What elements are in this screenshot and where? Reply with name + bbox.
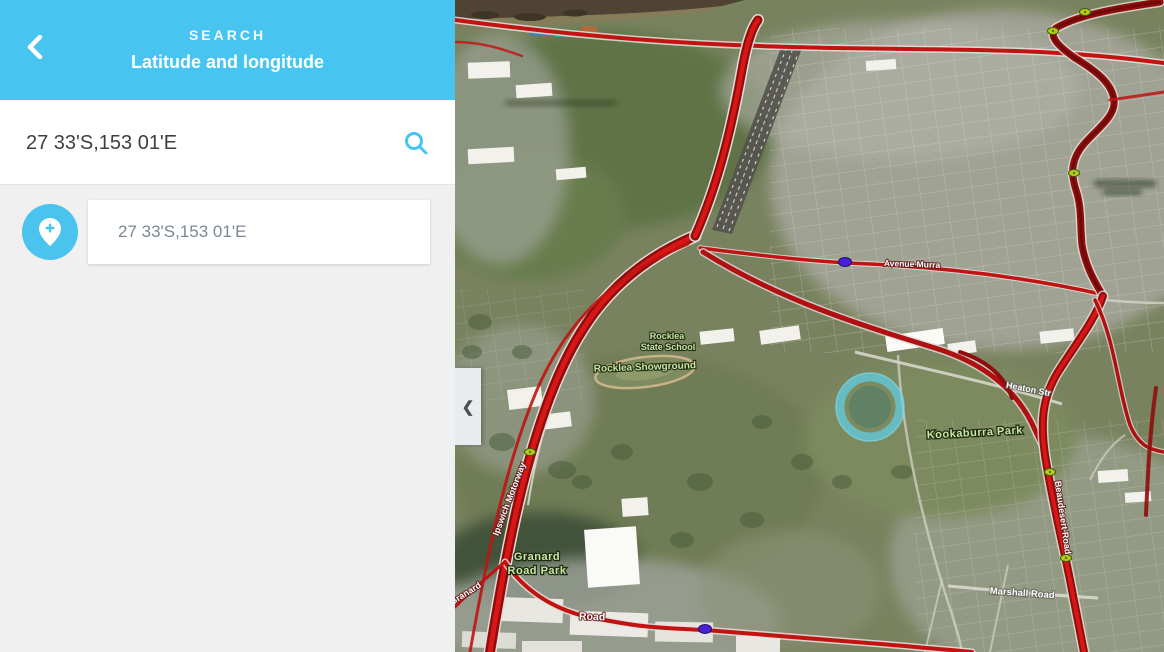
panel-title: SEARCH bbox=[0, 27, 455, 43]
traffic-incident-marker bbox=[1061, 555, 1072, 562]
traffic-incident-marker bbox=[1069, 170, 1080, 177]
search-result-label: 27 33'S,153 01'E bbox=[118, 200, 430, 264]
sidebar-header: SEARCH Latitude and longitude bbox=[0, 0, 455, 100]
aerial-imagery bbox=[455, 0, 1164, 652]
add-location-pin-button[interactable] bbox=[22, 204, 78, 260]
park-label: Granard bbox=[514, 551, 560, 563]
traffic-incident-marker bbox=[525, 449, 536, 456]
search-sidebar: SEARCH Latitude and longitude 27 33'S,15… bbox=[0, 0, 455, 652]
transit-marker bbox=[839, 258, 852, 267]
chevron-left-icon: ❮ bbox=[462, 398, 475, 416]
search-input[interactable] bbox=[24, 100, 378, 186]
transit-marker bbox=[699, 625, 712, 634]
search-result-item[interactable]: 27 33'S,153 01'E bbox=[88, 200, 430, 264]
road-label: Road bbox=[579, 611, 606, 624]
app-window: SEARCH Latitude and longitude 27 33'S,15… bbox=[0, 0, 1164, 652]
school-label: State School bbox=[641, 342, 696, 352]
location-pin-plus-icon bbox=[22, 204, 78, 260]
traffic-incident-marker bbox=[1045, 469, 1056, 476]
search-result-row: 27 33'S,153 01'E bbox=[0, 200, 455, 272]
map-canvas[interactable]: Kookaburra Park Granard Road Park Rockle… bbox=[455, 0, 1164, 652]
park-label: Road Park bbox=[508, 565, 567, 577]
search-icon[interactable] bbox=[403, 130, 429, 156]
sidebar-collapse-handle[interactable]: ❮ bbox=[455, 368, 481, 445]
traffic-incident-marker bbox=[1048, 28, 1059, 35]
search-bar bbox=[0, 100, 455, 185]
road-label: Avenue Murra bbox=[884, 258, 941, 270]
school-label: Rocklea bbox=[650, 331, 686, 341]
panel-subtitle: Latitude and longitude bbox=[0, 52, 455, 73]
traffic-incident-marker bbox=[1080, 9, 1091, 16]
map-container: Kookaburra Park Granard Road Park Rockle… bbox=[455, 0, 1164, 652]
